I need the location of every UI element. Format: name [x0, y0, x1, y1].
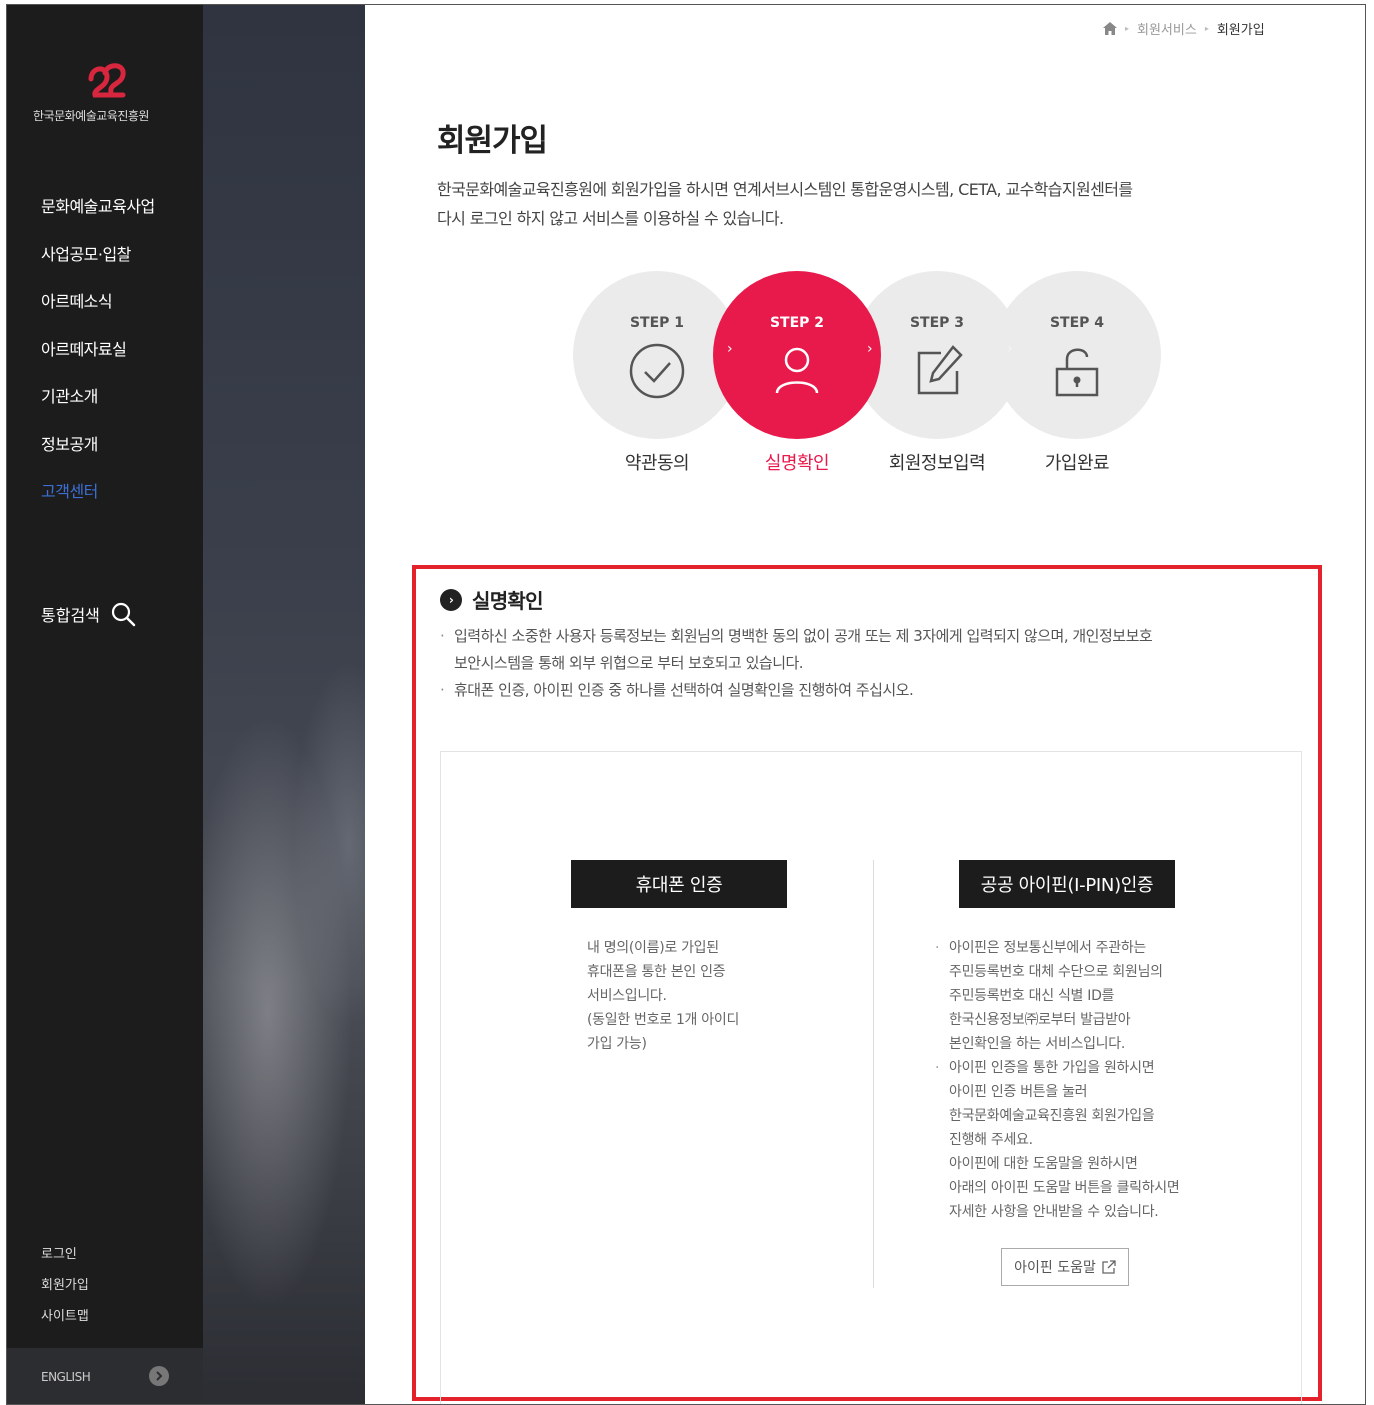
step-label: STEP 4: [1049, 315, 1105, 331]
section-title: › 실명확인: [440, 585, 544, 614]
verification-options: 휴대폰 인증 내 명의(이름)로 가입된 휴대폰을 통한 본인 인증 서비스입니…: [440, 751, 1302, 1404]
notice-item: 입력하신 소중한 사용자 등록정보는 회원님의 명백한 동의 없이 공개 또는 …: [440, 623, 1290, 677]
nav-item-arts-education[interactable]: 문화예술교육사업: [41, 193, 155, 241]
section-title-text: 실명확인: [472, 589, 544, 613]
join-link[interactable]: 회원가입: [41, 1274, 89, 1305]
logo-icon[interactable]: [85, 59, 129, 99]
breadcrumb-separator: ▸: [1125, 24, 1130, 33]
breadcrumb-current: 회원가입: [1216, 23, 1265, 38]
utility-links: 로그인 회원가입 사이트맵: [41, 1243, 89, 1336]
intro-line: 한국문화예술교육진흥원에 회원가입을 하시면 연계서브시스템인 통합운영시스템,…: [437, 180, 1133, 199]
person-icon: [775, 347, 819, 394]
desc-line: 서비스입니다.: [587, 988, 667, 1004]
desc-line: 아이핀에 대한 도움말을 원하시면: [949, 1156, 1138, 1172]
nav-item-about[interactable]: 기관소개: [41, 383, 155, 431]
step-4: STEP 4 가입완료: [993, 271, 1161, 474]
verification-section: › 실명확인 입력하신 소중한 사용자 등록정보는 회원님의 명백한 동의 없이…: [412, 565, 1322, 1404]
ipin-bullet: 아이핀 인증을 통한 가입을 원하시면 아이핀 인증 버튼을 눌러 한국문화예술…: [935, 1056, 1235, 1152]
desc-line: 한국문화예술교육진흥원 회원가입을: [949, 1108, 1155, 1124]
notice-line: 휴대폰 인증, 아이핀 인증 중 하나를 선택하여 실명확인을 진행하여 주십시…: [454, 681, 914, 699]
ipin-verification-desc: 아이핀은 정보통신부에서 주관하는 주민등록번호 대체 수단으로 회원님의 주민…: [935, 936, 1235, 1224]
search-label: 통합검색: [41, 606, 100, 625]
desc-line: 주민등록번호 대체 수단으로 회원님의: [949, 964, 1163, 980]
page-frame: 한국문화예술교육진흥원 문화예술교육사업 사업공모·입찰 아르떼소식 아르떼자료…: [6, 4, 1366, 1405]
desc-line: (동일한 번호로 1개 아이디: [587, 1012, 740, 1028]
nav-item-customer-center[interactable]: 고객센터: [41, 478, 155, 526]
external-link-icon: [1102, 1260, 1116, 1274]
intro-line: 다시 로그인 하지 않고 서비스를 이용하실 수 있습니다.: [437, 209, 784, 228]
desc-line: 자세한 사항을 안내받을 수 있습니다.: [949, 1204, 1159, 1220]
desc-line: 아이핀은 정보통신부에서 주관하는: [949, 940, 1146, 956]
notice-item: 휴대폰 인증, 아이핀 인증 중 하나를 선택하여 실명확인을 진행하여 주십시…: [440, 677, 1290, 704]
search-icon: [111, 602, 136, 627]
integrated-search[interactable]: 통합검색: [41, 601, 136, 627]
notice-list: 입력하신 소중한 사용자 등록정보는 회원님의 명백한 동의 없이 공개 또는 …: [440, 623, 1290, 704]
ipin-help-button[interactable]: 아이핀 도움말: [1001, 1248, 1129, 1286]
ipin-help-text: 아이핀에 대한 도움말을 원하시면 아래의 아이핀 도움말 버튼을 클릭하시면 …: [935, 1152, 1235, 1224]
sidebar: 한국문화예술교육진흥원 문화예술교육사업 사업공모·입찰 아르떼소식 아르떼자료…: [7, 5, 203, 1404]
nav-item-archive[interactable]: 아르떼자료실: [41, 336, 155, 384]
nav-item-bidding[interactable]: 사업공모·입찰: [41, 241, 155, 289]
desc-line: 한국신용정보㈜로부터 발급받아: [949, 1012, 1131, 1028]
chevron-right-icon: ›: [1007, 341, 1013, 357]
ipin-verification-button[interactable]: 공공 아이핀(I-PIN)인증: [959, 860, 1175, 908]
decorative-image: [203, 5, 365, 1404]
arrow-circle-icon: [149, 1366, 169, 1386]
notice-line: 보안시스템을 통해 외부 위협으로 부터 보호되고 있습니다.: [454, 654, 804, 672]
breadcrumb-item[interactable]: 회원서비스: [1137, 19, 1197, 38]
logo-text: 한국문화예술교육진흥원: [33, 109, 149, 123]
step-label: STEP 2: [769, 315, 825, 331]
desc-line: 주민등록번호 대신 식별 ID를: [949, 988, 1115, 1004]
page-intro: 한국문화예술교육진흥원에 회원가입을 하시면 연계서브시스템인 통합운영시스템,…: [437, 175, 1257, 233]
desc-line: 가입 가능): [587, 1036, 647, 1052]
page-title: 회원가입: [437, 123, 548, 159]
step-name: 실명확인: [764, 453, 830, 474]
desc-line: 아이핀 인증 버튼을 눌러: [949, 1084, 1088, 1100]
home-icon[interactable]: [1103, 22, 1117, 35]
check-icon: [629, 343, 685, 399]
chevron-circle-icon: ›: [440, 588, 462, 611]
chevron-right-icon: ›: [867, 341, 873, 357]
desc-line: 진행해 주세요.: [949, 1132, 1033, 1148]
sitemap-link[interactable]: 사이트맵: [41, 1305, 89, 1336]
ipin-bullet: 아이핀은 정보통신부에서 주관하는 주민등록번호 대체 수단으로 회원님의 주민…: [935, 936, 1235, 1056]
desc-line: 휴대폰을 통한 본인 인증: [587, 964, 726, 980]
column-divider: [873, 860, 874, 1288]
phone-verification-button[interactable]: 휴대폰 인증: [571, 860, 787, 908]
step-name: 가입완료: [1044, 453, 1110, 474]
breadcrumb: ▸ 회원서비스 ▸ 회원가입: [1103, 19, 1265, 38]
language-label: ENGLISH: [41, 1370, 91, 1384]
desc-line: 본인확인을 하는 서비스입니다.: [949, 1036, 1125, 1052]
chevron-right-icon: ›: [727, 341, 733, 357]
edit-icon: [917, 345, 963, 395]
language-selector[interactable]: ENGLISH: [7, 1348, 203, 1404]
help-button-label: 아이핀 도움말: [1014, 1260, 1096, 1276]
desc-line: 내 명의(이름)로 가입된: [587, 940, 719, 956]
desc-line: 아이핀 인증을 통한 가입을 원하시면: [949, 1060, 1155, 1076]
nav-item-news[interactable]: 아르떼소식: [41, 288, 155, 336]
step-2: STEP 2 실명확인: [713, 271, 881, 474]
nav-item-disclosure[interactable]: 정보공개: [41, 431, 155, 479]
notice-line: 입력하신 소중한 사용자 등록정보는 회원님의 명백한 동의 없이 공개 또는 …: [454, 627, 1153, 645]
unlock-icon: [1055, 348, 1099, 397]
phone-verification-desc: 내 명의(이름)로 가입된 휴대폰을 통한 본인 인증 서비스입니다. (동일한…: [587, 936, 739, 1056]
main-nav: 문화예술교육사업 사업공모·입찰 아르떼소식 아르떼자료실 기관소개 정보공개 …: [41, 193, 155, 526]
signup-steps: STEP 1 약관동의 STEP 2 실명확인 STEP 3 회원정보입력 ST…: [573, 271, 1163, 491]
login-link[interactable]: 로그인: [41, 1243, 89, 1274]
desc-line: 아래의 아이핀 도움말 버튼을 클릭하시면: [949, 1180, 1180, 1196]
breadcrumb-separator: ▸: [1204, 24, 1209, 33]
